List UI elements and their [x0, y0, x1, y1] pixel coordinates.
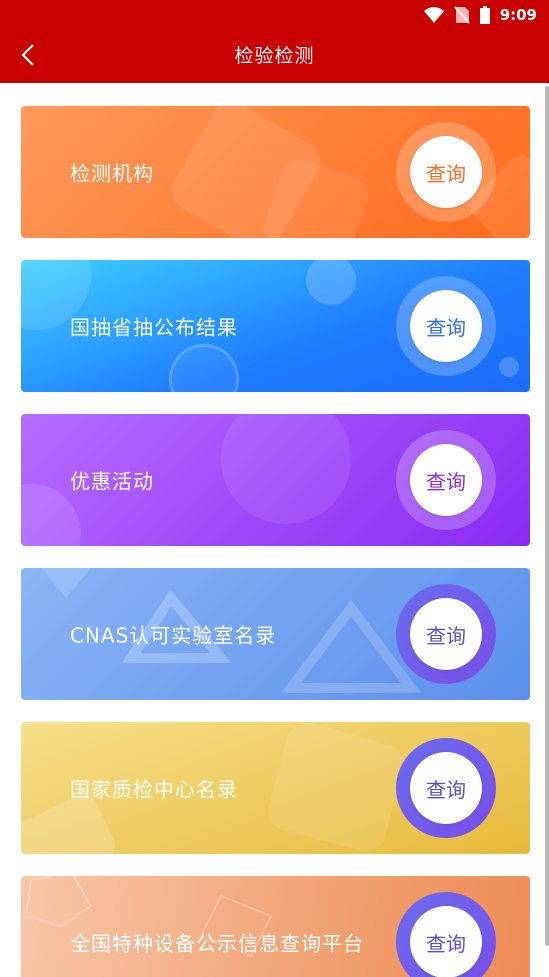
no-sim-icon	[453, 6, 470, 24]
wifi-icon	[423, 7, 444, 23]
query-ring: 查询	[396, 738, 496, 838]
query-button[interactable]: 查询	[410, 598, 482, 670]
card-special-equipment[interactable]: 全国特种设备公示信息查询平台 查询	[21, 876, 530, 977]
card-sampling-results[interactable]: 国抽省抽公布结果 查询	[21, 260, 530, 392]
query-ring: 查询	[396, 892, 496, 977]
card-label: 全国特种设备公示信息查询平台	[70, 931, 364, 956]
app-bar: 检验检测	[0, 30, 549, 83]
page-title: 检验检测	[234, 45, 315, 67]
status-bar: 9:09	[0, 0, 549, 30]
card-label: 检测机构	[70, 161, 154, 186]
card-label: 国抽省抽公布结果	[70, 315, 238, 340]
query-button[interactable]: 查询	[410, 906, 482, 977]
query-ring: 查询	[396, 276, 496, 376]
card-label: CNAS认可实验室名录	[70, 623, 277, 648]
card-label: 国家质检中心名录	[70, 777, 238, 802]
query-button[interactable]: 查询	[410, 752, 482, 824]
card-list: 检测机构 查询 国抽省抽公布结果 查询 优惠活动 查询 CNAS认可实验室名录	[0, 83, 549, 977]
card-label: 优惠活动	[70, 469, 154, 494]
card-testing-institution[interactable]: 检测机构 查询	[21, 106, 530, 238]
query-button[interactable]: 查询	[410, 136, 482, 208]
query-button[interactable]: 查询	[410, 444, 482, 516]
status-time: 9:09	[499, 6, 537, 24]
query-ring: 查询	[396, 122, 496, 222]
battery-icon	[479, 6, 490, 24]
card-promotions[interactable]: 优惠活动 查询	[21, 414, 530, 546]
query-button[interactable]: 查询	[410, 290, 482, 362]
query-ring: 查询	[396, 430, 496, 530]
card-national-quality-centers[interactable]: 国家质检中心名录 查询	[21, 722, 530, 854]
scrollbar[interactable]	[545, 86, 549, 946]
card-cnas-labs[interactable]: CNAS认可实验室名录 查询	[21, 568, 530, 700]
query-ring: 查询	[396, 584, 496, 684]
